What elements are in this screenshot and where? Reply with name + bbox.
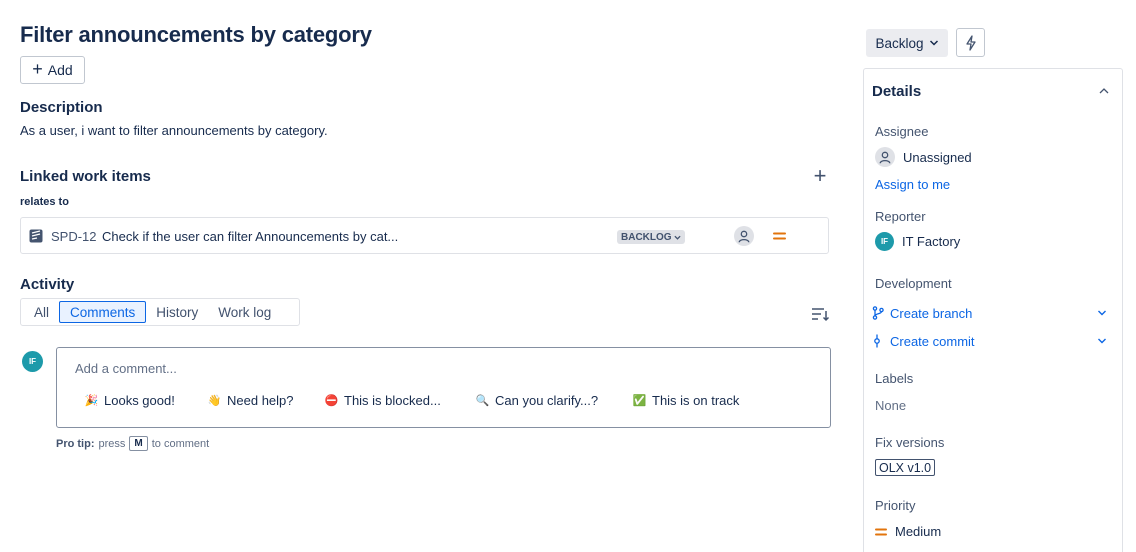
pro-tip-press: press xyxy=(98,437,126,450)
reporter-avatar: IF xyxy=(875,232,894,251)
labels-label: Labels xyxy=(875,371,914,386)
tab-work-log[interactable]: Work log xyxy=(208,301,281,323)
party-popper-icon: 🎉 xyxy=(84,395,99,407)
quick-reply-label: This is on track xyxy=(652,393,740,408)
magnifier-icon: 🔍 xyxy=(475,395,490,407)
create-commit-label: Create commit xyxy=(890,333,975,349)
issue-title[interactable]: Filter announcements by category xyxy=(20,22,372,48)
details-panel: Details Assignee Unassigned Assign to me… xyxy=(863,68,1123,552)
person-icon xyxy=(875,147,895,167)
linked-item-summary[interactable]: Check if the user can filter Announcemen… xyxy=(102,229,398,244)
branch-icon xyxy=(872,306,884,320)
assignee-label: Assignee xyxy=(875,124,929,139)
current-user-avatar: IF xyxy=(22,351,43,372)
fix-version-tag[interactable]: OLX v1.0 xyxy=(875,459,936,476)
keyboard-shortcut-key: M xyxy=(129,436,148,451)
story-icon xyxy=(29,229,43,243)
plus-icon: + xyxy=(32,59,43,79)
check-box-icon: ✅ xyxy=(632,395,647,407)
automation-button[interactable] xyxy=(956,28,985,57)
development-label: Development xyxy=(875,276,952,291)
linked-item-status-label: BACKLOG xyxy=(621,231,672,243)
chevron-up-icon[interactable] xyxy=(1098,85,1110,97)
fix-versions-field[interactable]: OLX v1.0 xyxy=(875,459,936,476)
waving-hand-icon: 👋 xyxy=(207,395,222,407)
priority-field[interactable]: Medium xyxy=(875,524,941,539)
tab-all[interactable]: All xyxy=(24,301,59,323)
labels-value[interactable]: None xyxy=(875,398,906,413)
reporter-field[interactable]: IF IT Factory xyxy=(875,232,960,251)
linked-item-key[interactable]: SPD-12 xyxy=(51,229,97,244)
quick-reply-label: This is blocked... xyxy=(344,393,441,408)
comment-editor[interactable]: Add a comment... 🎉 Looks good! 👋 Need he… xyxy=(56,347,831,428)
fix-versions-label: Fix versions xyxy=(875,435,945,450)
activity-tabs: All Comments History Work log xyxy=(20,298,300,326)
linked-item-row[interactable]: SPD-12 Check if the user can filter Anno… xyxy=(20,217,829,254)
no-entry-icon: ⛔ xyxy=(324,395,339,407)
add-button-label: Add xyxy=(47,62,73,78)
pro-tip-label: Pro tip: xyxy=(56,437,95,450)
quick-reply-need-help[interactable]: 👋 Need help? xyxy=(208,393,294,408)
chevron-down-icon xyxy=(673,235,681,240)
quick-reply-looks-good[interactable]: 🎉 Looks good! xyxy=(85,393,175,408)
assign-to-me-link[interactable]: Assign to me xyxy=(875,177,950,192)
priority-medium-icon xyxy=(875,528,887,535)
create-branch-label: Create branch xyxy=(890,305,973,321)
priority-medium-icon xyxy=(773,232,786,240)
issue-main: Filter announcements by category + Add D… xyxy=(20,0,831,552)
add-button[interactable]: + Add xyxy=(20,56,85,84)
priority-label: Priority xyxy=(875,498,916,513)
tab-comments[interactable]: Comments xyxy=(59,301,147,323)
status-label: Backlog xyxy=(875,35,924,51)
quick-reply-on-track[interactable]: ✅ This is on track xyxy=(632,393,740,408)
quick-reply-clarify[interactable]: 🔍 Can you clarify...? xyxy=(476,393,598,408)
chevron-down-icon[interactable] xyxy=(1097,308,1107,318)
quick-reply-label: Looks good! xyxy=(104,393,175,408)
description-heading: Description xyxy=(20,99,103,116)
activity-heading: Activity xyxy=(20,276,75,293)
commit-icon xyxy=(874,334,880,348)
quick-reply-label: Need help? xyxy=(227,393,294,408)
chevron-down-icon[interactable] xyxy=(1097,336,1107,346)
quick-reply-label: Can you clarify...? xyxy=(495,393,599,408)
linked-items-heading: Linked work items xyxy=(20,168,151,185)
details-heading[interactable]: Details xyxy=(872,83,921,100)
create-branch-link[interactable]: Create branch xyxy=(872,303,1107,323)
description-text[interactable]: As a user, i want to filter announcement… xyxy=(20,123,328,138)
pro-tip-suffix: to comment xyxy=(151,437,210,450)
add-link-icon[interactable]: + xyxy=(809,163,831,188)
relation-label: relates to xyxy=(20,196,69,208)
linked-item-assignee-avatar[interactable] xyxy=(734,226,754,246)
linked-item-status-dropdown[interactable]: BACKLOG xyxy=(617,230,685,244)
reporter-label: Reporter xyxy=(875,209,926,224)
pro-tip: Pro tip: press M to comment xyxy=(56,436,209,451)
priority-value: Medium xyxy=(895,524,942,539)
lightning-icon xyxy=(965,34,976,51)
chevron-down-icon xyxy=(929,40,938,46)
assignee-field[interactable]: Unassigned xyxy=(875,147,972,167)
person-icon xyxy=(738,230,750,242)
status-dropdown[interactable]: Backlog xyxy=(866,29,948,57)
tab-history[interactable]: History xyxy=(146,301,208,323)
reporter-value: IT Factory xyxy=(902,234,961,249)
quick-reply-blocked[interactable]: ⛔ This is blocked... xyxy=(325,393,441,408)
sort-icon[interactable] xyxy=(810,305,830,323)
assignee-value: Unassigned xyxy=(903,149,972,165)
create-commit-link[interactable]: Create commit xyxy=(872,331,1107,351)
comment-placeholder[interactable]: Add a comment... xyxy=(75,361,177,376)
